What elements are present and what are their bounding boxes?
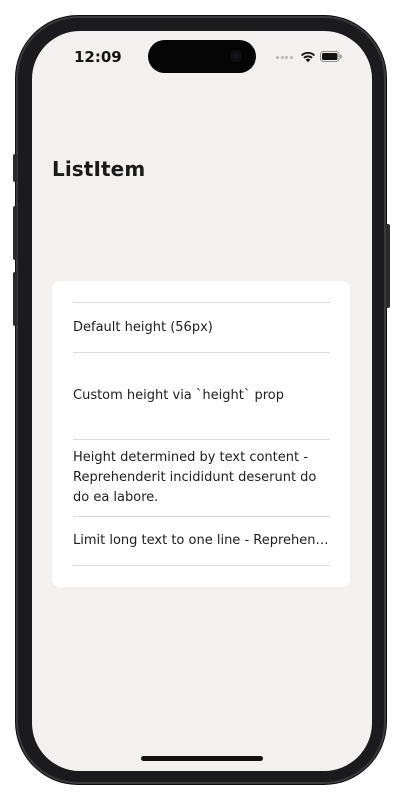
list-item-label: Limit long text to one line - Reprehende… — [73, 533, 330, 548]
volume-down-button — [13, 272, 17, 326]
list-item-label: Custom height via `height` prop — [73, 388, 284, 403]
page-title: ListItem — [52, 157, 146, 181]
list-item-single-line[interactable]: Limit long text to one line - Reprehende… — [73, 517, 330, 566]
camera-icon — [230, 50, 242, 62]
list-card: Default height (56px) Custom height via … — [52, 281, 350, 587]
list-item-default-height[interactable]: Default height (56px) — [73, 303, 330, 353]
app-screen: 12:09 ListItem Default height (56px) Cus… — [32, 31, 372, 771]
list-item-label: Default height (56px) — [73, 319, 213, 335]
cellular-signal-icon — [276, 56, 294, 59]
wifi-icon — [301, 51, 315, 63]
dynamic-island — [148, 40, 256, 73]
power-button — [386, 224, 390, 308]
list-item-label: Height determined by text content - Repr… — [73, 450, 317, 505]
list: Default height (56px) Custom height via … — [73, 302, 330, 566]
status-time: 12:09 — [74, 48, 122, 66]
list-item-text-height[interactable]: Height determined by text content - Repr… — [73, 440, 330, 517]
status-icons — [276, 50, 344, 64]
mute-switch — [13, 154, 17, 182]
volume-up-button — [13, 206, 17, 260]
home-indicator[interactable] — [141, 756, 263, 761]
battery-icon — [320, 51, 342, 62]
list-item-custom-height[interactable]: Custom height via `height` prop — [73, 353, 330, 440]
